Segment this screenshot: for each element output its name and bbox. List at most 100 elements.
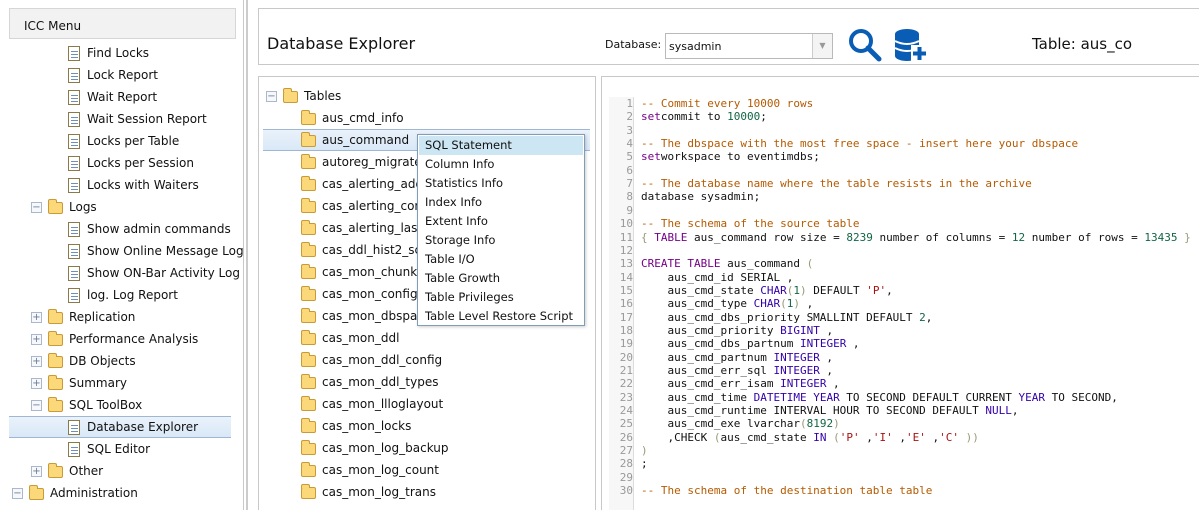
code-line[interactable]: 1 -- Commit every 10000 rows — [609, 97, 813, 110]
code-line[interactable]: 14 aus_cmd_id SERIAL , — [609, 271, 794, 284]
tree-node-table[interactable]: cas_mon_ddl_types — [301, 371, 438, 393]
document-icon — [68, 222, 80, 237]
code-line[interactable]: 2 setcommit to 10000; — [609, 110, 766, 123]
tree-node-table[interactable]: cas_mon_chunkla — [301, 261, 428, 283]
context-menu-item-table-i-o[interactable]: Table I/O — [419, 250, 583, 269]
code-line[interactable]: 16 aus_cmd_type CHAR(1) , — [609, 297, 813, 310]
add-database-icon[interactable] — [893, 28, 929, 64]
tree-node-table[interactable]: cas_mon_ddl — [301, 327, 399, 349]
code-line[interactable]: 28; — [609, 457, 648, 470]
tree-node-table[interactable]: cas_alerting_add — [301, 173, 423, 195]
menu-item-locks-per-table[interactable]: Locks per Table — [0, 130, 179, 152]
menu-item-administration[interactable]: − Administration — [0, 482, 138, 504]
menu-item-lock-report[interactable]: Lock Report — [0, 64, 158, 86]
collapse-icon[interactable]: − — [12, 488, 23, 499]
code-line[interactable]: 17 aus_cmd_dbs_priority SMALLINT DEFAULT… — [609, 311, 933, 324]
expand-icon[interactable]: + — [31, 466, 42, 477]
menu-item-database-explorer[interactable]: Database Explorer — [9, 416, 231, 438]
context-menu-item-index-info[interactable]: Index Info — [419, 193, 583, 212]
code-line[interactable]: 22 aus_cmd_err_isam INTEGER , — [609, 377, 840, 390]
menu-item-replication[interactable]: + Replication — [0, 306, 135, 328]
collapse-icon[interactable]: − — [31, 202, 42, 213]
code-token: ) — [833, 417, 840, 431]
expand-icon[interactable]: + — [31, 378, 42, 389]
context-menu-item-sql-statement[interactable]: SQL Statement — [419, 136, 583, 155]
tree-node-table[interactable]: aus_cmd_info — [301, 107, 404, 129]
menu-item-find-locks[interactable]: Find Locks — [0, 42, 149, 64]
code-token: YEAR — [1018, 390, 1046, 404]
menu-item-label: Wait Report — [87, 90, 158, 104]
code-line[interactable]: 30 -- The schema of the destination table… — [609, 484, 933, 497]
code-line[interactable]: 11 { TABLE aus_command row size = 8239 nu… — [609, 231, 1191, 244]
menu-item-logs[interactable]: − Logs — [0, 196, 97, 218]
database-select[interactable]: sysadmin ▼ — [665, 33, 833, 59]
tree-node-table[interactable]: cas_ddl_hist2_sc — [301, 239, 421, 261]
menu-item-sql-toolbox[interactable]: − SQL ToolBox — [0, 394, 142, 416]
menu-item-wait-report[interactable]: Wait Report — [0, 86, 157, 108]
line-number: 27 — [619, 444, 633, 458]
menu-item-other[interactable]: + Other — [0, 460, 103, 482]
context-menu-item-extent-info[interactable]: Extent Info — [419, 212, 583, 231]
chevron-down-icon[interactable]: ▼ — [812, 34, 832, 58]
context-menu-item-table-privileges[interactable]: Table Privileges — [419, 288, 583, 307]
expand-icon[interactable]: + — [31, 334, 42, 345]
panel-splitter[interactable] — [246, 0, 248, 510]
expand-icon[interactable]: + — [31, 356, 42, 367]
menu-item-locks-with-waiters[interactable]: Locks with Waiters — [0, 174, 199, 196]
menu-item-locks-per-session[interactable]: Locks per Session — [0, 152, 194, 174]
code-line[interactable]: 20 aus_cmd_partnum INTEGER , — [609, 351, 833, 364]
tree-node-table[interactable]: cas_mon_ddl_config — [301, 349, 442, 371]
context-menu-item-table-growth[interactable]: Table Growth — [419, 269, 583, 288]
tree-node-table[interactable]: cas_mon_locks — [301, 415, 411, 437]
expand-icon[interactable]: + — [31, 312, 42, 323]
database-label: Database: — [605, 38, 662, 51]
code-line[interactable]: 24 aus_cmd_runtime INTERVAL HOUR TO SECO… — [609, 404, 1019, 417]
code-line[interactable]: 29 — [609, 471, 641, 484]
code-line[interactable]: 7 -- The database name where the table re… — [609, 177, 1031, 190]
search-icon[interactable] — [848, 28, 882, 62]
context-menu-item-storage-info[interactable]: Storage Info — [419, 231, 583, 250]
code-line[interactable]: 27) — [609, 444, 648, 457]
menu-item-show-on-bar-activity-log[interactable]: Show ON-Bar Activity Log — [0, 262, 240, 284]
code-line[interactable]: 3 — [609, 124, 641, 137]
menu-item-summary[interactable]: + Summary — [0, 372, 127, 394]
code-line[interactable]: 18 aus_cmd_priority BIGINT , — [609, 324, 833, 337]
tree-node-table[interactable]: cas_alerting_lastv — [301, 217, 429, 239]
context-menu-item-statistics-info[interactable]: Statistics Info — [419, 174, 583, 193]
collapse-icon[interactable]: − — [266, 91, 277, 102]
menu-item-db-objects[interactable]: + DB Objects — [0, 350, 136, 372]
code-line[interactable]: 10 -- The schema of the source table — [609, 217, 860, 230]
menu-item-performance-analysis[interactable]: + Performance Analysis — [0, 328, 198, 350]
context-menu-item-table-level-restore-script[interactable]: Table Level Restore Script — [419, 307, 583, 326]
code-line[interactable]: 23 aus_cmd_time DATETIME YEAR TO SECOND … — [609, 391, 1118, 404]
code-line[interactable]: 15 aus_cmd_state CHAR(1) DEFAULT 'P', — [609, 284, 893, 297]
menu-item-sql-editor[interactable]: SQL Editor — [0, 438, 150, 460]
tree-node-tables[interactable]: − Tables — [266, 85, 341, 107]
menu-item-log-log-report[interactable]: log. Log Report — [0, 284, 178, 306]
code-line[interactable]: 13 CREATE TABLE aus_command ( — [609, 257, 813, 270]
code-line[interactable]: 6 — [609, 164, 641, 177]
code-line[interactable]: 21 aus_cmd_err_sql INTEGER , — [609, 364, 833, 377]
tree-node-table[interactable]: cas_mon_log_backup — [301, 437, 449, 459]
tree-node-table[interactable]: autoreg_migrate — [301, 151, 422, 173]
tree-node-table[interactable]: cas_alerting_conf — [301, 195, 426, 217]
code-token: 'C' — [939, 430, 959, 444]
collapse-icon[interactable]: − — [31, 400, 42, 411]
tree-node-table[interactable]: cas_mon_log_trans — [301, 481, 436, 503]
tree-node-table[interactable]: cas_mon_llloglayout — [301, 393, 443, 415]
code-line[interactable]: 9 — [609, 204, 641, 217]
code-line[interactable]: 5 setworkspace to eventimdbs; — [609, 150, 819, 163]
menu-item-wait-session-report[interactable]: Wait Session Report — [0, 108, 207, 130]
code-line[interactable]: 8 database sysadmin; — [609, 190, 760, 203]
tree-node-table[interactable]: cas_mon_log_count — [301, 459, 439, 481]
tree-node-table[interactable]: cas_mon_config — [301, 283, 418, 305]
code-line[interactable]: 25 aus_cmd_exe lvarchar(8192) — [609, 417, 840, 430]
code-line[interactable]: 26 ,CHECK (aus_cmd_state IN ('P' ,'I' ,'… — [609, 431, 979, 444]
code-line[interactable]: 12 — [609, 244, 641, 257]
tree-node-table[interactable]: cas_mon_dbspac — [301, 305, 424, 327]
code-line[interactable]: 4 -- The dbspace with the most free space… — [609, 137, 1078, 150]
menu-item-show-admin-commands[interactable]: Show admin commands — [0, 218, 231, 240]
code-line[interactable]: 19 aus_cmd_dbs_partnum INTEGER , — [609, 337, 860, 350]
menu-item-show-online-message-log[interactable]: Show Online Message Log — [0, 240, 244, 262]
context-menu-item-column-info[interactable]: Column Info — [419, 155, 583, 174]
